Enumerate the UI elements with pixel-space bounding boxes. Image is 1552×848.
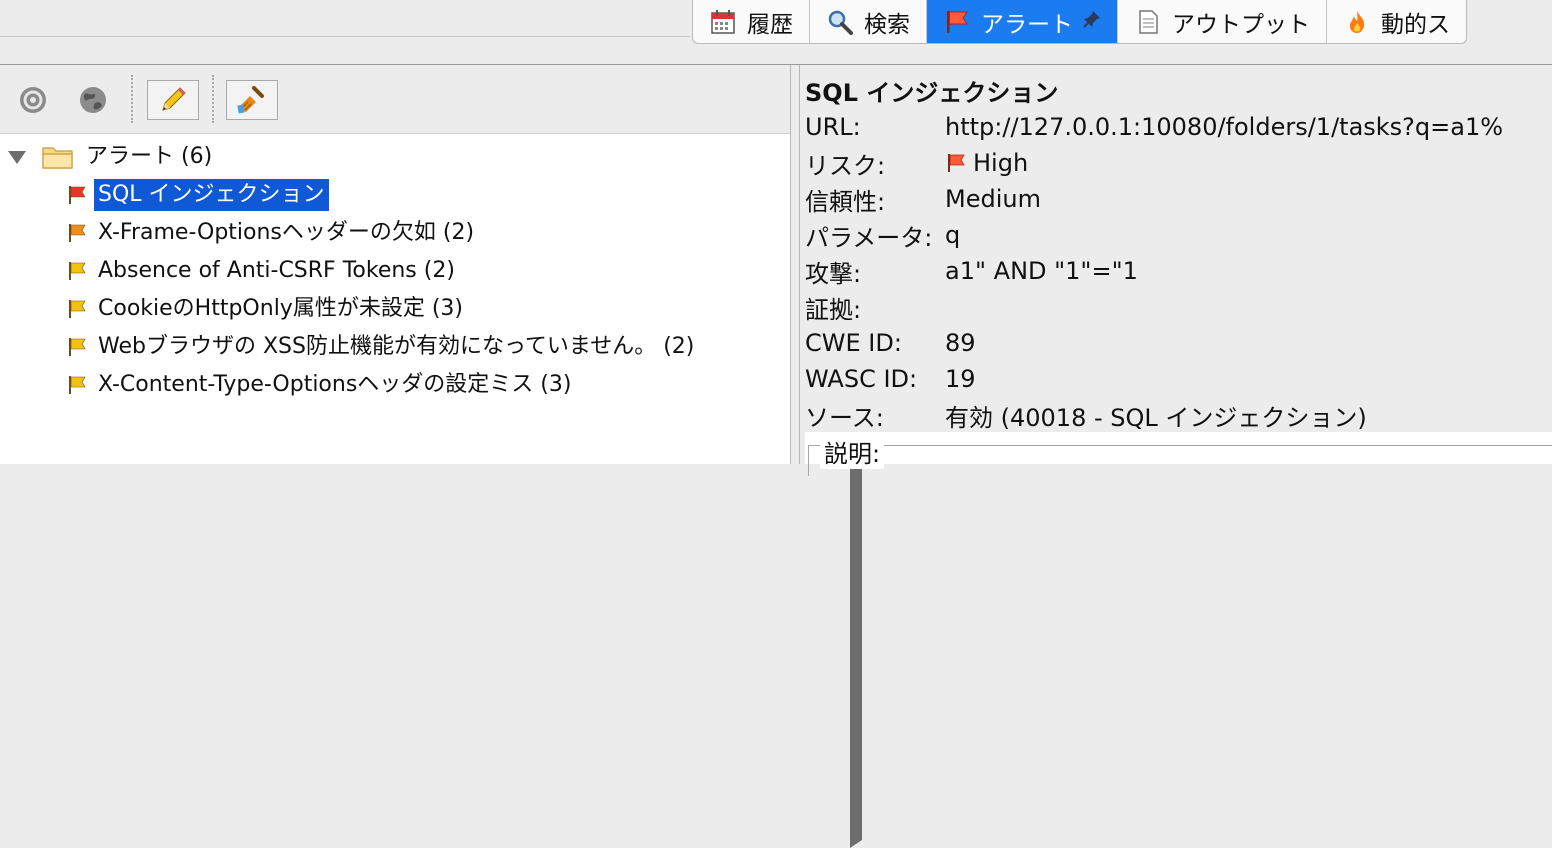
fire-icon (1343, 8, 1371, 36)
detail-value: 19 (945, 365, 976, 393)
tab-label: 履歴 (747, 11, 793, 38)
tree-item-alert[interactable]: SQL インジェクション (50, 178, 1552, 658)
detail-key: リスク: (805, 151, 886, 180)
medium-risk-flag-icon (66, 222, 88, 244)
target-icon[interactable] (18, 85, 48, 115)
alert-title: SQL インジェクション (805, 79, 1059, 107)
detail-key: ソース: (805, 403, 884, 432)
tab-label: 動的ス (1381, 11, 1450, 38)
detail-row-parameter: パラメータ: q (805, 217, 960, 253)
detail-key: WASC ID: (805, 365, 918, 393)
alerts-tree-pane: アラート (6) SQL インジェクション X-Frame-Optionsヘッダー… (0, 65, 1552, 848)
pencil-icon[interactable] (147, 80, 199, 120)
high-risk-flag-icon (945, 152, 967, 174)
expand-toggle[interactable] (8, 150, 26, 164)
tree-item-label: Webブラウザの XSS防止機能が有効になっていません。 (2) (98, 334, 695, 359)
low-risk-flag-icon (66, 374, 88, 396)
low-risk-flag-icon (66, 298, 88, 320)
folder-icon (42, 144, 74, 170)
tree-root-label: アラート (6) (86, 144, 213, 169)
detail-key: 信頼性: (805, 187, 886, 216)
panel-tabs: 履歴 検索 アラート アウトプット 動的ス (692, 0, 1467, 44)
tree-item-label: X-Content-Type-Optionsヘッダの設定ミス (3) (98, 372, 572, 397)
calendar-icon (709, 8, 737, 36)
alerts-toolbar (0, 65, 790, 134)
alert-detail-pane: SQL インジェクション URL: http://127.0.0.1:10080… (800, 65, 1552, 464)
tree-item-alert[interactable]: CookieのHttpOnly属性が未設定 (3) (50, 292, 1552, 772)
low-risk-flag-icon (66, 260, 88, 282)
description-border (808, 445, 1552, 476)
detail-value: a1" AND "1"="1 (945, 257, 1138, 285)
tree-item-alert[interactable]: Webブラウザの XSS防止機能が有効になっていません。 (2) (50, 330, 1552, 810)
tab-bar-separator (0, 36, 690, 37)
detail-row-url: URL: http://127.0.0.1:10080/folders/1/ta… (805, 109, 1503, 145)
low-risk-flag-icon (66, 336, 88, 358)
pin-icon[interactable] (1083, 10, 1101, 33)
detail-value: 有効 (40018 - SQL インジェクション) (945, 403, 1367, 432)
tree-item-alert[interactable]: X-Frame-Optionsヘッダーの欠如 (2) (50, 216, 1552, 696)
detail-key: 攻撃: (805, 259, 862, 288)
tab-active-scan[interactable]: 動的ス (1327, 0, 1466, 43)
detail-value[interactable]: http://127.0.0.1:10080/folders/1/tasks?q… (945, 113, 1503, 141)
red-flag-icon (943, 8, 971, 36)
tree-item-label: X-Frame-Optionsヘッダーの欠如 (2) (98, 220, 475, 245)
detail-row-wasc-id: WASC ID: 19 (805, 361, 976, 397)
detail-row-attack: 攻撃: a1" AND "1"="1 (805, 253, 1138, 289)
detail-row-confidence: 信頼性: Medium (805, 181, 1041, 217)
detail-row-cwe-id: CWE ID: 89 (805, 325, 976, 361)
globe-icon[interactable] (78, 85, 108, 115)
tab-alerts[interactable]: アラート (927, 0, 1118, 43)
risk-value: High (945, 149, 1028, 177)
detail-key: 証拠: (805, 295, 862, 324)
tab-label: アウトプット (1172, 11, 1310, 38)
split-pane-divider[interactable] (790, 65, 800, 464)
detail-value: q (945, 221, 961, 249)
tree-item-label: SQL インジェクション (94, 179, 329, 211)
detail-key: CWE ID: (805, 329, 902, 357)
tree-item-alert[interactable]: Absence of Anti-CSRF Tokens (2) (50, 254, 1552, 734)
detail-value: High (973, 149, 1029, 177)
tab-history[interactable]: 履歴 (693, 0, 810, 43)
tab-label: 検索 (864, 11, 910, 38)
expand-toggle[interactable] (850, 433, 1552, 848)
magnifier-icon (826, 8, 854, 36)
tree-item-label: Absence of Anti-CSRF Tokens (2) (98, 258, 455, 283)
broom-icon[interactable] (226, 80, 278, 120)
tree-item-label: CookieのHttpOnly属性が未設定 (3) (98, 296, 463, 321)
tab-output[interactable]: アウトプット (1118, 0, 1327, 43)
document-icon (1134, 8, 1162, 36)
toolbar-separator (212, 75, 214, 123)
detail-value: 89 (945, 329, 976, 357)
tree-item-alert[interactable]: X-Content-Type-Optionsヘッダの設定ミス (3) (50, 368, 1552, 848)
detail-value: Medium (945, 185, 1041, 213)
high-risk-flag-icon (66, 184, 88, 206)
tab-label: アラート (981, 11, 1073, 38)
detail-key: URL: (805, 113, 861, 141)
detail-key: パラメータ: (805, 223, 933, 252)
detail-row-evidence: 証拠: (805, 289, 945, 325)
tab-search[interactable]: 検索 (810, 0, 927, 43)
detail-row-source: ソース: 有効 (40018 - SQL インジェクション) (805, 397, 1367, 433)
top-tab-bar: 履歴 検索 アラート アウトプット 動的ス (0, 0, 1552, 65)
tree-root-alerts[interactable]: アラート (6) (8, 140, 216, 174)
toolbar-separator (131, 75, 133, 123)
detail-row-risk: リスク: High (805, 145, 1028, 181)
